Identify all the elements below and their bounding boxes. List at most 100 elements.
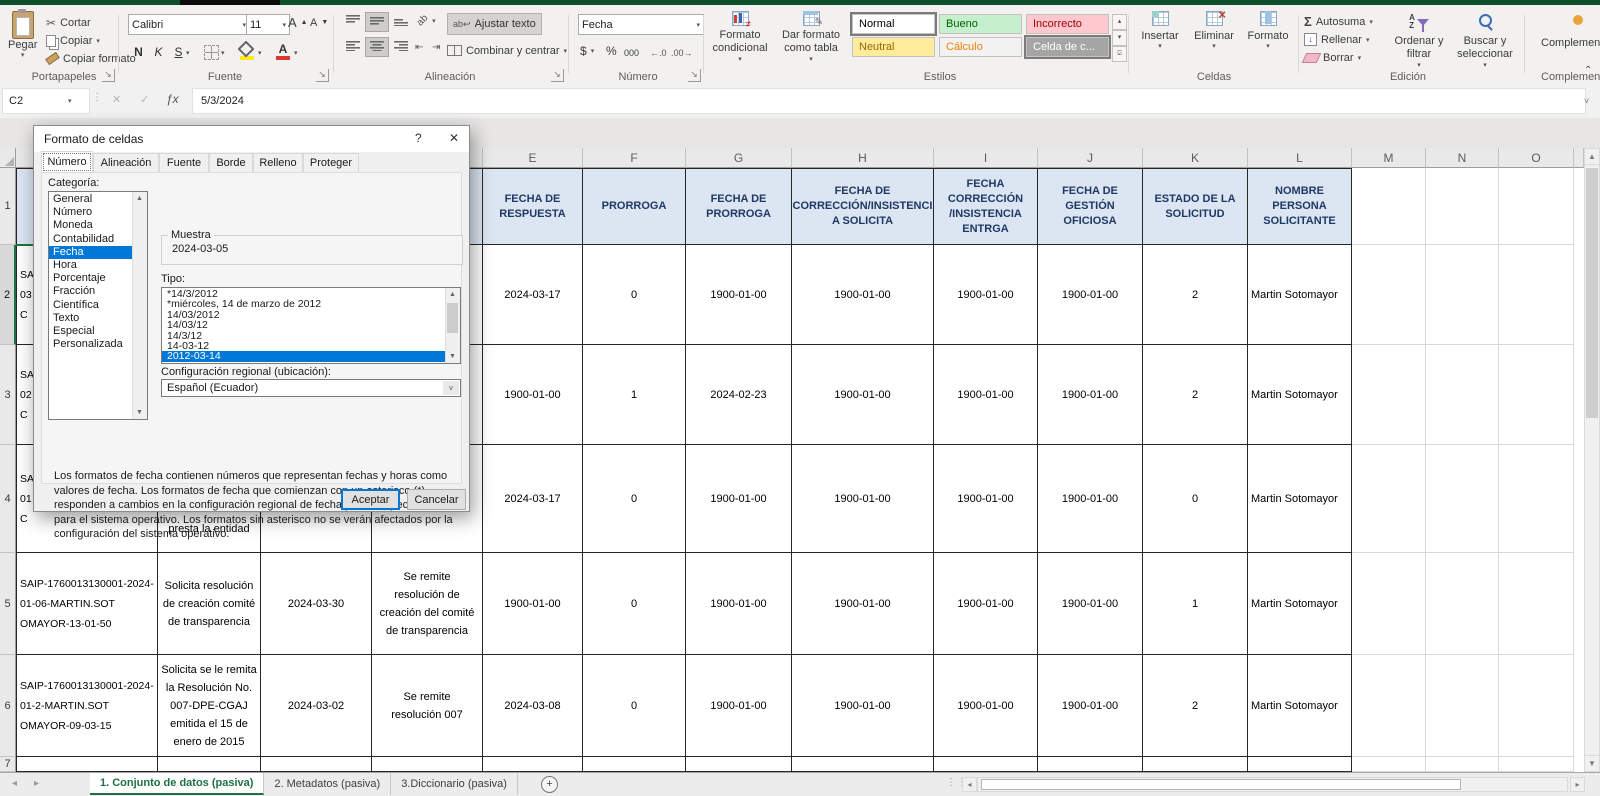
cell-H3[interactable]: 1900-01-00: [792, 345, 934, 445]
cell-M5[interactable]: [1352, 553, 1426, 655]
cell-K5[interactable]: 1: [1143, 553, 1248, 655]
cell-E7[interactable]: [483, 757, 583, 772]
cell-K6[interactable]: 2: [1143, 655, 1248, 757]
cell-O4[interactable]: [1499, 445, 1574, 553]
cell-G2[interactable]: 1900-01-00: [686, 245, 792, 345]
dialog-tab-relleno[interactable]: Relleno: [253, 153, 303, 173]
row-header-5[interactable]: 5: [0, 553, 16, 655]
row-header-4[interactable]: 4: [0, 445, 16, 553]
row-header-6[interactable]: 6: [0, 655, 16, 757]
cell-L5[interactable]: Martin Sotomayor: [1248, 553, 1352, 655]
ok-button[interactable]: Aceptar: [341, 489, 400, 510]
sheet-tab-1[interactable]: 1. Conjunto de datos (pasiva): [90, 773, 264, 795]
cell-M2[interactable]: [1352, 245, 1426, 345]
scroll-up-icon[interactable]: ▲: [1584, 148, 1600, 165]
sheet-tab-3[interactable]: 3.Diccionario (pasiva): [391, 773, 518, 795]
cell-N1[interactable]: [1426, 168, 1499, 245]
cell-H1[interactable]: FECHA DE CORRECCIÓN/INSISTENCI A SOLICIT…: [792, 168, 934, 245]
cell-B6[interactable]: Solicita se le remita la Resolución No. …: [158, 655, 261, 757]
dialog-tab-fuente[interactable]: Fuente: [159, 153, 209, 173]
cell-D6[interactable]: Se remite resolución 007: [372, 655, 483, 757]
cell-O2[interactable]: [1499, 245, 1574, 345]
cell-M3[interactable]: [1352, 345, 1426, 445]
cell-N6[interactable]: [1426, 655, 1499, 757]
cell-F7[interactable]: [583, 757, 686, 772]
cell-C5[interactable]: 2024-03-30: [261, 553, 372, 655]
dialog-tab-número[interactable]: Número: [41, 151, 93, 173]
cell-D7[interactable]: [372, 757, 483, 772]
cell-E5[interactable]: 1900-01-00: [483, 553, 583, 655]
dialog-help-button[interactable]: ?: [415, 131, 422, 145]
cell-N4[interactable]: [1426, 445, 1499, 553]
cell-J3[interactable]: 1900-01-00: [1038, 345, 1143, 445]
cell-O6[interactable]: [1499, 655, 1574, 757]
cell-L4[interactable]: Martin Sotomayor: [1248, 445, 1352, 553]
cell-O1[interactable]: [1499, 168, 1574, 245]
cell-G4[interactable]: 1900-01-00: [686, 445, 792, 553]
type-item-3[interactable]: 14/03/12: [162, 320, 446, 330]
cell-H5[interactable]: 1900-01-00: [792, 553, 934, 655]
cell-B5[interactable]: Solicita resolución de creación comité d…: [158, 553, 261, 655]
cell-J7[interactable]: [1038, 757, 1143, 772]
cell-M1[interactable]: [1352, 168, 1426, 245]
cell-E3[interactable]: 1900-01-00: [483, 345, 583, 445]
category-item-7[interactable]: Fracción: [49, 285, 133, 298]
cell-E6[interactable]: 2024-03-08: [483, 655, 583, 757]
cell-F4[interactable]: 0: [583, 445, 686, 553]
cell-I7[interactable]: [934, 757, 1038, 772]
cell-J6[interactable]: 1900-01-00: [1038, 655, 1143, 757]
cell-I5[interactable]: 1900-01-00: [934, 553, 1038, 655]
dialog-tab-borde[interactable]: Borde: [209, 153, 253, 173]
cell-L1[interactable]: NOMBRE PERSONA SOLICITANTE: [1248, 168, 1352, 245]
cell-K4[interactable]: 0: [1143, 445, 1248, 553]
vertical-scroll-thumb[interactable]: [1586, 168, 1598, 418]
row-header-3[interactable]: 3: [0, 345, 16, 445]
cell-M4[interactable]: [1352, 445, 1426, 553]
type-scrollbar[interactable]: ▲ ▼: [445, 288, 460, 363]
cell-O7[interactable]: [1499, 757, 1574, 772]
category-item-9[interactable]: Texto: [49, 312, 133, 325]
category-scrollbar[interactable]: ▲ ▼: [132, 192, 147, 419]
sheet-tab-2[interactable]: 2. Metadatos (pasiva): [264, 773, 391, 795]
dialog-close-button[interactable]: ✕: [449, 131, 459, 145]
scroll-up-icon[interactable]: ▲: [446, 288, 459, 301]
column-header-M[interactable]: M: [1352, 148, 1426, 168]
scroll-left-icon[interactable]: ◂: [962, 777, 977, 792]
cell-G3[interactable]: 2024-02-23: [686, 345, 792, 445]
cell-J5[interactable]: 1900-01-00: [1038, 553, 1143, 655]
scroll-down-icon[interactable]: ▼: [133, 406, 146, 419]
column-header-O[interactable]: O: [1499, 148, 1574, 168]
column-header-K[interactable]: K: [1143, 148, 1248, 168]
cell-M7[interactable]: [1352, 757, 1426, 772]
cell-L7[interactable]: [1248, 757, 1352, 772]
category-item-6[interactable]: Porcentaje: [49, 272, 133, 285]
category-item-0[interactable]: General: [49, 193, 133, 206]
column-header-E[interactable]: E: [483, 148, 583, 168]
prev-sheet-icon[interactable]: ◂: [12, 778, 17, 789]
scroll-thumb[interactable]: [447, 303, 458, 333]
column-header-J[interactable]: J: [1038, 148, 1143, 168]
cell-J1[interactable]: FECHA DE GESTIÓN OFICIOSA: [1038, 168, 1143, 245]
cell-N2[interactable]: [1426, 245, 1499, 345]
new-sheet-button[interactable]: +: [541, 776, 558, 793]
locale-combo[interactable]: Español (Ecuador) ˅: [161, 379, 461, 397]
column-header-L[interactable]: L: [1248, 148, 1352, 168]
scroll-up-icon[interactable]: ▲: [133, 192, 146, 205]
cell-G6[interactable]: 1900-01-00: [686, 655, 792, 757]
cell-G5[interactable]: 1900-01-00: [686, 553, 792, 655]
cell-O5[interactable]: [1499, 553, 1574, 655]
cell-A7[interactable]: [16, 757, 158, 772]
row-header-2[interactable]: 2: [0, 245, 16, 345]
column-header-F[interactable]: F: [583, 148, 686, 168]
cell-F2[interactable]: 0: [583, 245, 686, 345]
type-item-6[interactable]: 2012-03-14: [162, 351, 446, 361]
cell-A6[interactable]: SAIP-1760013130001-2024- 01-2-MARTIN.SOT…: [16, 655, 158, 757]
horizontal-scroll-thumb[interactable]: [981, 779, 1461, 790]
cell-I2[interactable]: 1900-01-00: [934, 245, 1038, 345]
scroll-right-icon[interactable]: ▸: [1570, 777, 1585, 792]
cell-I4[interactable]: 1900-01-00: [934, 445, 1038, 553]
column-header-G[interactable]: G: [686, 148, 792, 168]
cell-G7[interactable]: [686, 757, 792, 772]
column-header-N[interactable]: N: [1426, 148, 1499, 168]
cell-C7[interactable]: [261, 757, 372, 772]
